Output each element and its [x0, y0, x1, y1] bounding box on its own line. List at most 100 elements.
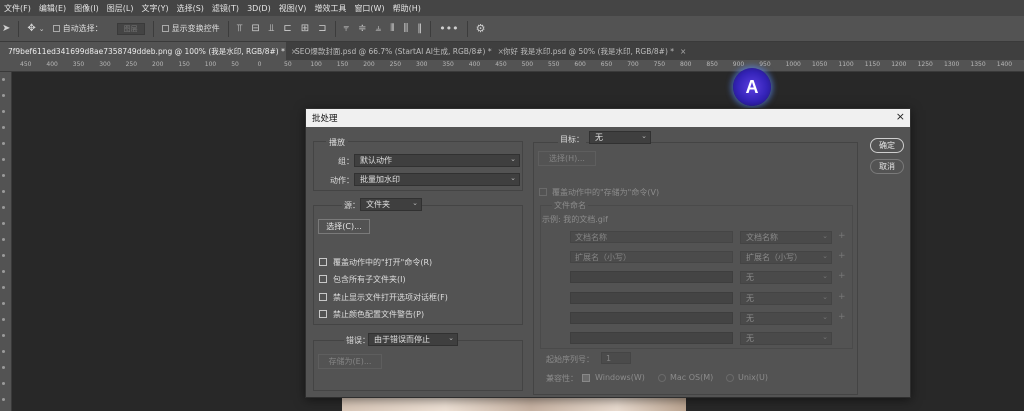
naming-select-2[interactable]: 扩展名（小写） ⌄ [740, 251, 832, 264]
chevron-down-icon[interactable]: ⌄ [39, 25, 45, 33]
menu-type[interactable]: 文字(Y) [141, 3, 168, 14]
align-top-icon[interactable]: ⫪ [237, 23, 243, 34]
align-vcenter-icon[interactable]: ⊟ [251, 23, 259, 34]
plus-icon[interactable]: + [838, 271, 846, 281]
ok-label: 确定 [879, 141, 895, 150]
ruler-tick-label: 950 [759, 61, 771, 68]
compat-windows-checkbox[interactable] [582, 374, 590, 382]
ruler-tick-mark [2, 142, 5, 145]
naming-select-5[interactable]: 无 ⌄ [740, 312, 832, 325]
align-bottom-icon[interactable]: ⫫ [269, 23, 275, 34]
align-left-icon[interactable]: ⊏ [283, 23, 291, 34]
menu-3d[interactable]: 3D(D) [247, 4, 271, 13]
naming-select-value: 无 [746, 294, 754, 303]
errors-select[interactable]: 由于错误而停止 ⌄ [368, 333, 458, 346]
file-naming-legend: 文件命名 [552, 200, 588, 211]
tab-document-1[interactable]: 7f9bef611ed341699d8ae7358749ddeb.png @ 1… [0, 42, 297, 60]
naming-select-3[interactable]: 无 ⌄ [740, 271, 832, 284]
menu-image[interactable]: 图像(I) [74, 3, 99, 14]
menu-layer[interactable]: 图层(L) [107, 3, 134, 14]
menu-file[interactable]: 文件(F) [4, 3, 31, 14]
tab-document-3[interactable]: 你好 我是水印.psd @ 50% (我是水印, RGB/8#) * × [495, 42, 686, 60]
plus-icon[interactable]: + [838, 251, 846, 261]
close-icon[interactable]: × [896, 110, 905, 123]
show-transform-checkbox[interactable]: 显示变换控件 [161, 23, 220, 34]
align-right-icon[interactable]: ⊐ [318, 23, 326, 34]
tab-label: 你好 我是水印.psd @ 50% (我是水印, RGB/8#) * [503, 46, 675, 56]
menu-edit[interactable]: 编辑(E) [39, 3, 66, 14]
action-select[interactable]: 批量加水印 ⌄ [354, 173, 520, 186]
ruler-tick-mark [2, 126, 5, 129]
compat-unix-label: Unix(U) [738, 373, 768, 382]
menu-plugins[interactable]: 增效工具 [314, 3, 346, 14]
tab-label: SEO爆款封面.psd @ 66.7% (StartAI AI生成, RGB/8… [295, 46, 492, 56]
checkbox-icon[interactable] [52, 25, 60, 32]
group-select[interactable]: 默认动作 ⌄ [354, 154, 520, 167]
plus-icon[interactable]: + [838, 231, 846, 241]
distribute-right-icon[interactable]: ‖ [417, 23, 422, 34]
cancel-button[interactable]: 取消 [870, 159, 904, 174]
distribute-bottom-icon[interactable]: ⫨ [376, 23, 382, 34]
auto-select-dropdown[interactable]: 图层 [116, 22, 145, 35]
naming-field-1[interactable]: 文档名称 [570, 231, 733, 243]
source-choose-button[interactable]: 选择(C)... [318, 219, 370, 234]
include-subfolders-checkbox[interactable] [319, 275, 327, 283]
source-select[interactable]: 文件夹 ⌄ [360, 198, 422, 211]
align-hcenter-icon[interactable]: ⊞ [301, 23, 309, 34]
ruler-tick-label: 1000 [785, 61, 801, 68]
menu-filter[interactable]: 滤镜(T) [212, 3, 239, 14]
naming-select-1[interactable]: 文档名称 ⌄ [740, 231, 832, 244]
ruler-tick-label: 250 [389, 61, 402, 68]
ruler-tick-label: 250 [125, 61, 138, 68]
naming-field-3[interactable] [570, 271, 733, 283]
checkbox-icon[interactable] [161, 25, 169, 32]
target-choose-button[interactable]: 选择(H)... [538, 151, 596, 166]
naming-select-4[interactable]: 无 ⌄ [740, 292, 832, 305]
distribute-vcenter-icon[interactable]: ≑ [358, 23, 366, 34]
horizontal-ruler[interactable]: 450 400 350 300 250 200 150 100 50 0 50 100 150 200 25… [0, 60, 1024, 72]
ruler-tick-mark [2, 254, 5, 257]
arrow-cursor-icon[interactable]: ➤ [2, 23, 10, 34]
dialog-title-bar[interactable]: 批处理 × [306, 109, 910, 127]
plus-icon[interactable]: + [838, 292, 846, 302]
menu-window[interactable]: 窗口(W) [354, 3, 384, 14]
ruler-tick-label: 100 [204, 61, 217, 68]
distribute-top-icon[interactable]: ⫧ [344, 23, 350, 34]
auto-select-checkbox[interactable]: 自动选择： [52, 23, 103, 34]
naming-field-5[interactable] [570, 312, 733, 324]
menu-help[interactable]: 帮助(H) [393, 3, 421, 14]
ruler-tick-label: 900 [732, 61, 745, 68]
naming-field-4[interactable] [570, 292, 733, 304]
distribute-left-icon[interactable]: ⦀ [390, 23, 394, 34]
chevron-down-icon: ⌄ [510, 155, 516, 163]
naming-field-2[interactable]: 扩展名（小写） [570, 251, 733, 263]
tab-document-2[interactable]: SEO爆款封面.psd @ 66.7% (StartAI AI生成, RGB/8… [287, 42, 504, 60]
compat-macos-checkbox[interactable] [658, 374, 666, 382]
target-select[interactable]: 无 ⌄ [589, 131, 651, 144]
ok-button[interactable]: 确定 [870, 138, 904, 153]
naming-example: 示例: 我的文档.gif [542, 215, 608, 224]
vertical-ruler[interactable] [0, 72, 12, 411]
gear-icon[interactable]: ⚙ [476, 22, 486, 35]
override-save-checkbox[interactable] [539, 188, 547, 196]
suppress-open-dialogs-checkbox[interactable] [319, 293, 327, 301]
errors-save-as-button[interactable]: 存储为(E)... [318, 354, 382, 369]
override-open-checkbox[interactable] [319, 258, 327, 266]
move-tool-icon[interactable]: ✥ [27, 23, 35, 34]
serial-input[interactable]: 1 [601, 352, 631, 364]
naming-select-6[interactable]: 无 ⌄ [740, 332, 832, 345]
suppress-color-warnings-checkbox[interactable] [319, 310, 327, 318]
compat-unix-checkbox[interactable] [726, 374, 734, 382]
ruler-tick-label: 450 [495, 61, 507, 68]
distribute-hcenter-icon[interactable]: ⫼ [404, 23, 409, 34]
plus-icon[interactable]: + [838, 312, 846, 322]
ruler-tick-mark [2, 350, 5, 353]
close-icon[interactable]: × [680, 47, 686, 56]
options-bar: ➤ ✥ ⌄ 自动选择： 图层 显示变换控件 ⫪ ⊟ ⫫ ⊏ ⊞ ⊐ ⫧ ≑ ⫨ … [0, 16, 1024, 42]
more-options-icon[interactable]: ••• [439, 22, 458, 35]
naming-field-6[interactable] [570, 332, 733, 344]
menu-select[interactable]: 选择(S) [177, 3, 204, 14]
menu-view[interactable]: 视图(V) [279, 3, 307, 14]
source-label: 源： [342, 200, 362, 211]
ruler-tick-label: 400 [468, 61, 481, 68]
